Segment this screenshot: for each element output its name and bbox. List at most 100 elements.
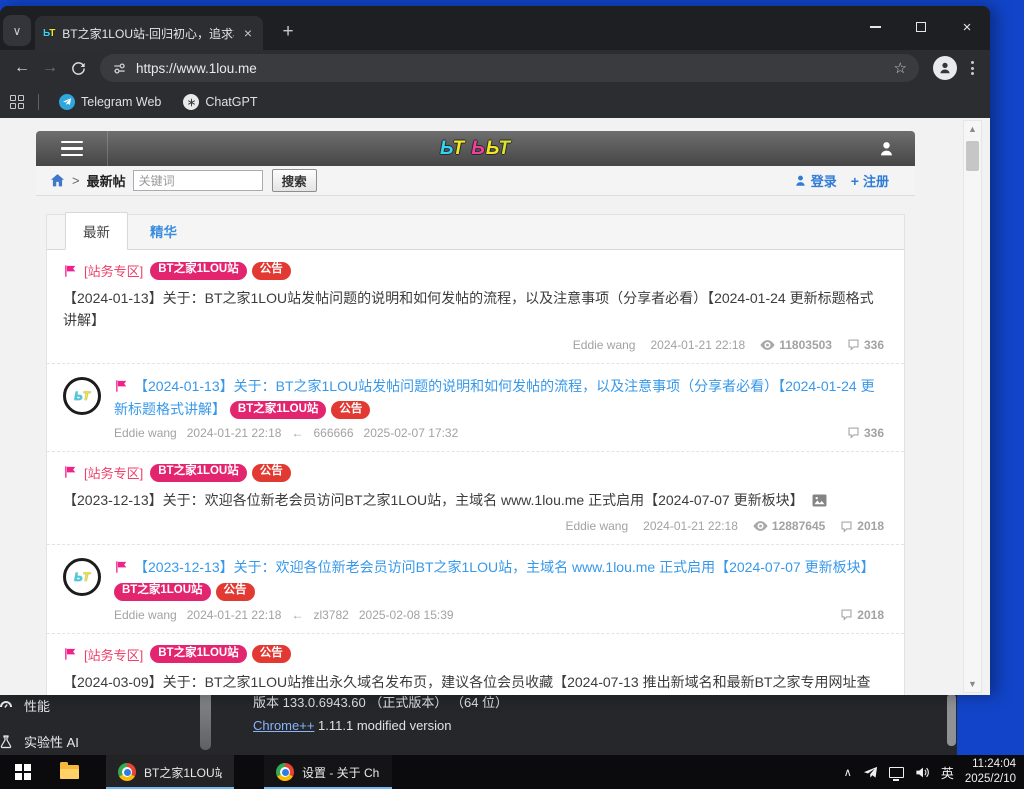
tab-search-button[interactable]: ∨	[3, 15, 31, 46]
person-icon	[938, 61, 952, 75]
comment-icon	[847, 426, 860, 439]
login-link[interactable]: 登录	[811, 171, 837, 190]
bookmark-telegram[interactable]: Telegram Web	[53, 91, 167, 113]
post-list: [站务专区] BT之家1LOU站公告 【2024-01-13】关于：BT之家1L…	[47, 250, 904, 695]
ime-indicator[interactable]: 英	[941, 763, 954, 782]
post-meta: Eddie wang 2024-01-21 22:18 ← zl3782 202…	[114, 608, 884, 622]
post-badge[interactable]: 公告	[252, 262, 291, 280]
address-bar[interactable]: https://www.1lou.me ☆	[100, 54, 919, 82]
profile-button[interactable]	[933, 56, 957, 80]
register-link[interactable]: 注册	[863, 171, 889, 190]
flag-icon	[114, 378, 128, 394]
chrome-icon	[276, 763, 294, 781]
tab-title: BT之家1LOU站-回归初心，追求极致	[62, 25, 234, 42]
bookmark-chatgpt[interactable]: ChatGPT	[177, 91, 263, 113]
tray-network-icon[interactable]	[889, 767, 904, 778]
site-settings-icon[interactable]	[112, 61, 127, 76]
flask-icon	[0, 734, 14, 750]
post-title[interactable]: 【2024-03-09】关于：BT之家1LOU站推出永久域名发布页，建议各位会员…	[63, 671, 884, 695]
post-badge[interactable]: BT之家1LOU站	[114, 583, 211, 601]
search-input[interactable]	[133, 170, 263, 191]
url-text[interactable]: https://www.1lou.me	[136, 61, 257, 76]
post-author: Eddie wang	[573, 338, 636, 352]
post-badges: BT之家1LOU站公告	[230, 401, 376, 417]
tray-telegram-icon[interactable]	[863, 765, 878, 780]
new-tab-button[interactable]: +	[274, 18, 302, 46]
tray-expand-icon[interactable]: ∧	[844, 766, 852, 779]
scrollbar-thumb[interactable]	[966, 141, 979, 171]
chrome-plus-plus-link[interactable]: Chrome++	[253, 718, 314, 733]
window-close-button[interactable]: ×	[944, 6, 990, 48]
browser-toolbar: ← → https://www.1lou.me ☆	[0, 50, 990, 86]
image-icon	[812, 494, 827, 510]
scroll-up-icon[interactable]: ▲	[964, 124, 981, 134]
start-button[interactable]	[0, 755, 46, 789]
post-views: 12887645	[753, 519, 825, 533]
last-reply-date: 2025-02-07 17:32	[364, 426, 459, 440]
settings-menu-experimental-ai[interactable]: 实验性 AI	[22, 732, 79, 751]
tray-volume-icon[interactable]	[915, 765, 930, 780]
scroll-down-icon[interactable]: ▼	[964, 679, 981, 689]
breadcrumb: > 最新帖 搜索 登录 + 注册	[36, 166, 915, 196]
post-badge[interactable]: BT之家1LOU站	[150, 645, 247, 663]
settings-right-scrollbar[interactable]	[947, 694, 956, 746]
settings-menu-performance[interactable]: 性能	[22, 696, 50, 715]
apps-grid-icon[interactable]	[10, 95, 24, 109]
post-badge[interactable]: 公告	[252, 645, 291, 663]
tab-latest[interactable]: 最新	[65, 212, 128, 250]
post-meta: Eddie wang 2024-01-21 22:18 ← 666666 202…	[114, 426, 884, 440]
hamburger-menu-icon[interactable]	[36, 131, 108, 166]
tab-close-icon[interactable]: ×	[241, 25, 255, 41]
settings-menu-label: 实验性 AI	[24, 732, 79, 751]
post-title[interactable]: 【2024-01-13】关于：BT之家1LOU站发帖问题的说明和如何发帖的流程，…	[63, 287, 884, 332]
taskbar: BT之家1LOU站-回... 设置 - 关于 Chro... ∧ 英 11:24…	[0, 755, 1024, 789]
post-title[interactable]: 【2023-12-13】关于：欢迎各位新老会员访问BT之家1LOU站，主域名 w…	[63, 489, 884, 513]
browser-tab[interactable]: ЬТ BT之家1LOU站-回归初心，追求极致 ×	[35, 16, 263, 50]
web-page: ЬТ ЬЬТ > 最新帖 搜索 登录 + 注册	[0, 118, 990, 695]
post-title[interactable]: 【2024-01-13】关于：BT之家1LOU站发帖问题的说明和如何发帖的流程，…	[114, 378, 875, 417]
post-category[interactable]: [站务专区]	[84, 645, 143, 664]
bookmark-label: ChatGPT	[205, 95, 257, 109]
post-badge[interactable]: BT之家1LOU站	[150, 262, 247, 280]
post-category[interactable]: [站务专区]	[84, 261, 143, 280]
post-title[interactable]: 【2023-12-13】关于：欢迎各位新老会员访问BT之家1LOU站，主域名 w…	[134, 559, 875, 575]
reload-button[interactable]	[64, 54, 92, 82]
login-person-icon	[794, 174, 807, 187]
post-badge[interactable]: 公告	[216, 583, 255, 601]
clock-date: 2025/2/10	[965, 772, 1016, 787]
page-scrollbar[interactable]: ▲ ▼	[963, 120, 982, 693]
post-badge[interactable]: 公告	[331, 401, 370, 419]
home-icon[interactable]	[50, 173, 65, 188]
breadcrumb-separator: >	[72, 173, 80, 188]
taskbar-clock[interactable]: 11:24:04 2025/2/10	[965, 757, 1016, 787]
search-button[interactable]: 搜索	[272, 169, 317, 192]
site-favicon: ЬТ	[43, 28, 55, 39]
post-author: Eddie wang	[565, 519, 628, 533]
browser-menu-button[interactable]	[963, 61, 982, 75]
last-reply-arrow-icon: ←	[291, 426, 303, 440]
post-badge[interactable]: BT之家1LOU站	[150, 464, 247, 482]
content-card: 最新 精华 [站务专区] BT之家1LOU站公告 【2024-01-13】关于：…	[46, 214, 905, 695]
back-button[interactable]: ←	[8, 54, 36, 82]
site-logo[interactable]: ЬТ ЬЬТ	[440, 138, 511, 160]
user-avatar[interactable]: ЬТ	[63, 377, 101, 415]
taskbar-app-settings[interactable]: 设置 - 关于 Chro...	[264, 755, 392, 789]
settings-scrollbar-thumb[interactable]	[200, 690, 211, 750]
post-row: [站务专区] BT之家1LOU站公告 【2024-03-09】关于：BT之家1L…	[47, 634, 904, 695]
post-badge[interactable]: 公告	[252, 464, 291, 482]
post-comments: 2018	[840, 608, 884, 622]
header-user-icon[interactable]	[878, 140, 895, 162]
post-badge[interactable]: BT之家1LOU站	[230, 401, 327, 419]
comment-icon	[840, 520, 853, 533]
window-minimize-button[interactable]	[852, 6, 898, 48]
forward-button[interactable]: →	[36, 54, 64, 82]
tab-digest[interactable]: 精华	[136, 213, 191, 249]
window-maximize-button[interactable]	[898, 6, 944, 48]
bookmark-star-icon[interactable]: ☆	[894, 59, 907, 77]
file-explorer-button[interactable]	[46, 755, 92, 789]
register-plus-icon: +	[851, 173, 859, 189]
user-avatar[interactable]: ЬТ	[63, 558, 101, 596]
post-category[interactable]: [站务专区]	[84, 463, 143, 482]
taskbar-app-browser[interactable]: BT之家1LOU站-回...	[106, 755, 234, 789]
last-reply-arrow-icon: ←	[291, 608, 303, 622]
